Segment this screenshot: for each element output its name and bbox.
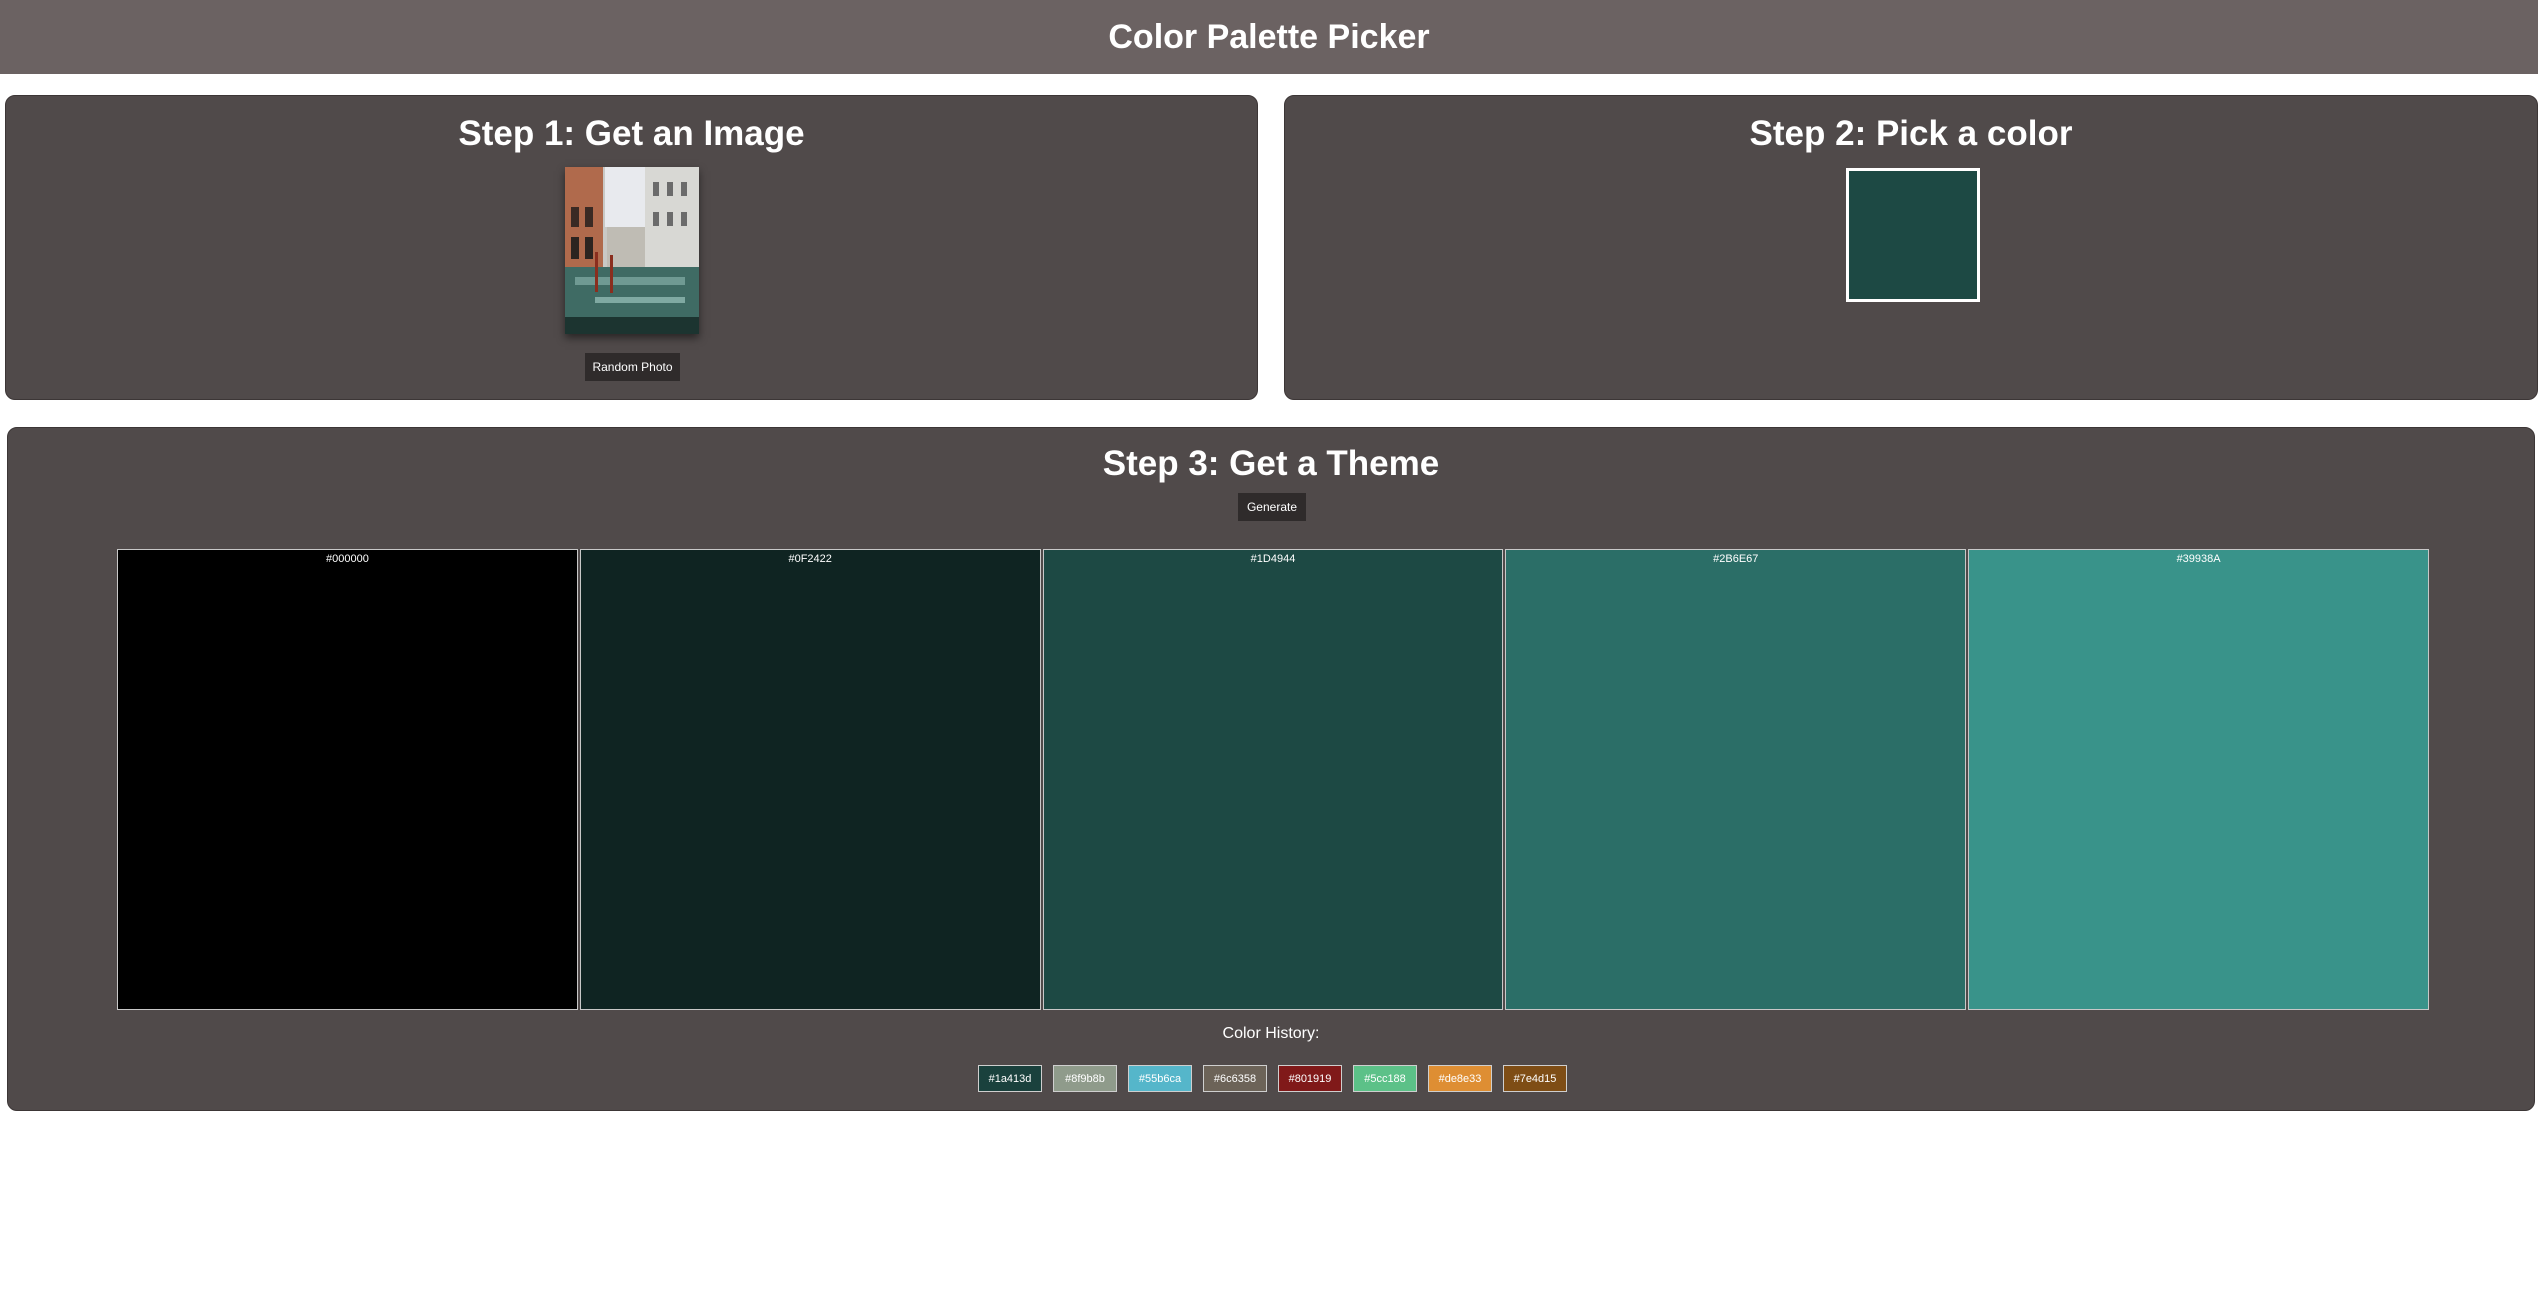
selected-color-swatch[interactable] [1846, 168, 1980, 302]
history-chip[interactable]: #de8e33 [1428, 1065, 1492, 1092]
step1-title: Step 1: Get an Image [458, 114, 805, 153]
step3-title: Step 3: Get a Theme [1102, 444, 1440, 483]
color-history: #1a413d #8f9b8b #55b6ca #6c6358 #801919 … [978, 1065, 1578, 1092]
palette: #000000 #0F2422 #1D4944 #2B6E67 #39938A [117, 549, 2429, 1010]
venice-photo[interactable] [565, 167, 699, 334]
palette-swatch[interactable]: #2B6E67 [1505, 549, 1967, 1010]
palette-swatch[interactable]: #39938A [1968, 549, 2429, 1010]
palette-hex-label: #2B6E67 [1713, 553, 1759, 565]
step3-panel: Step 3: Get a Theme Generate #000000 #0F… [7, 427, 2535, 1111]
photo-image [565, 167, 699, 334]
palette-hex-label: #0F2422 [788, 553, 832, 565]
palette-hex-label: #1D4944 [1250, 553, 1296, 565]
step2-title: Step 2: Pick a color [1749, 114, 2073, 153]
history-chip[interactable]: #6c6358 [1203, 1065, 1267, 1092]
history-chip[interactable]: #7e4d15 [1503, 1065, 1567, 1092]
palette-hex-label: #39938A [2176, 553, 2221, 565]
step1-panel: Step 1: Get an Image Random Photo [5, 95, 1258, 400]
history-chip[interactable]: #1a413d [978, 1065, 1042, 1092]
palette-hex-label: #000000 [325, 553, 369, 565]
step2-panel: Step 2: Pick a color [1284, 95, 2538, 400]
history-chip[interactable]: #5cc188 [1353, 1065, 1417, 1092]
app-header: Color Palette Picker [0, 0, 2538, 74]
palette-swatch[interactable]: #0F2422 [579, 549, 1041, 1010]
palette-swatch[interactable]: #1D4944 [1042, 549, 1504, 1010]
history-chip[interactable]: #8f9b8b [1053, 1065, 1117, 1092]
history-chip[interactable]: #55b6ca [1128, 1065, 1192, 1092]
color-history-label: Color History: [1222, 1025, 1320, 1042]
random-photo-button[interactable]: Random Photo [585, 353, 680, 381]
app-title: Color Palette Picker [1108, 17, 1430, 56]
history-chip[interactable]: #801919 [1278, 1065, 1342, 1092]
palette-swatch[interactable]: #000000 [117, 549, 578, 1010]
generate-button[interactable]: Generate [1238, 493, 1306, 521]
